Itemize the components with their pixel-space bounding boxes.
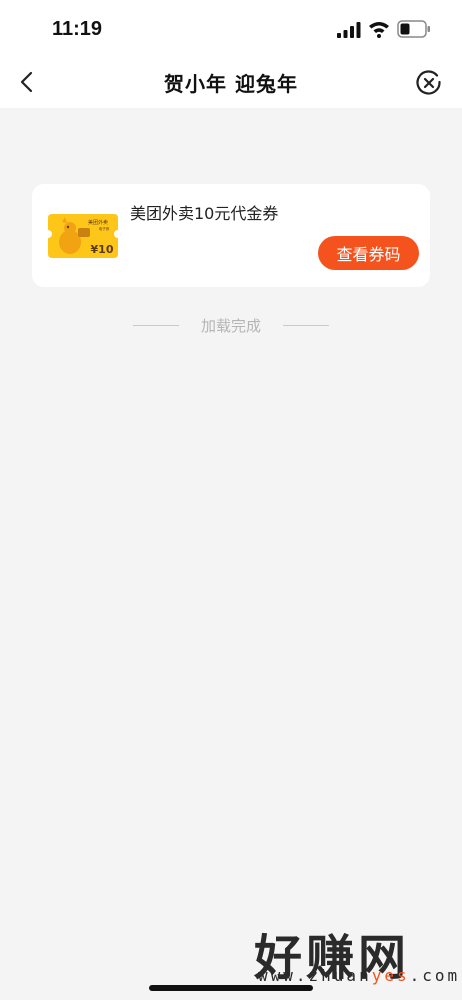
home-indicator[interactable]	[149, 985, 313, 991]
status-bar: 11:19	[0, 0, 462, 56]
watermark-url-suffix: .com	[409, 966, 461, 985]
view-coupon-code-button[interactable]: 查看券码	[318, 236, 419, 270]
watermark-url-prefix: www.zhuan	[258, 966, 372, 985]
status-time: 11:19	[52, 18, 103, 40]
divider-right	[283, 324, 329, 326]
watermark-url-highlight: yes	[371, 966, 410, 985]
meituan-coupon-thumbnail: 美团外卖 电子券 ¥10	[48, 214, 118, 258]
load-complete-text: 加载完成	[200, 316, 261, 335]
thumb-brand-text: 美团外卖	[88, 219, 108, 226]
load-complete-indicator: 加载完成	[0, 314, 462, 336]
cellular-signal-icon	[337, 22, 361, 38]
divider-left	[132, 324, 179, 326]
page-title: 贺小年 迎兔年	[164, 72, 298, 96]
coupon-card: 美团外卖 电子券 ¥10 美团外卖10元代金券 查看券码	[32, 184, 430, 287]
navigation-bar: 贺小年 迎兔年	[0, 56, 462, 108]
watermark-url: www.zhuanyes.com	[258, 966, 460, 985]
battery-icon	[397, 20, 430, 38]
close-button[interactable]	[414, 68, 444, 98]
coupon-title: 美团外卖10元代金券	[130, 204, 279, 223]
thumb-amount-text: ¥10	[91, 243, 114, 256]
thumb-sub-text: 电子券	[99, 226, 110, 231]
close-circle-icon	[416, 70, 441, 95]
wifi-icon	[369, 22, 389, 38]
